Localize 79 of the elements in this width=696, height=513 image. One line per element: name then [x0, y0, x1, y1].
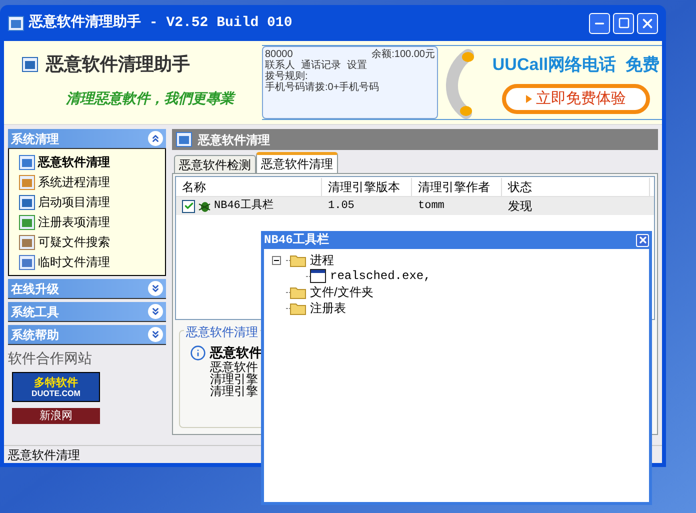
folder-icon — [290, 302, 306, 314]
close-button[interactable] — [636, 234, 649, 246]
info-heading: 恶意软件 — [210, 345, 262, 361]
tab[interactable]: 恶意软件清理 — [256, 152, 338, 173]
expand-icon[interactable] — [148, 327, 163, 342]
sidebar-item[interactable]: 注册表项清理 — [38, 213, 110, 231]
program-icon — [8, 16, 24, 30]
app-name: 恶意软件清理助手 — [46, 53, 190, 76]
panel-title: 恶意软件清理 — [198, 132, 270, 148]
program-icon — [19, 254, 35, 270]
partner-name: 多特软件 — [34, 376, 78, 388]
column-header[interactable]: 清理引擎作者 — [412, 178, 502, 196]
tab[interactable]: 恶意软件检测 — [174, 155, 256, 173]
section-title: 系统清理 — [11, 130, 59, 148]
section-title: 在线升级 — [11, 280, 59, 298]
mini-app-text: 拨号规则: — [265, 71, 308, 82]
partner-logo[interactable]: 多特软件 DUOTE.COM — [12, 372, 100, 402]
checkbox[interactable] — [182, 200, 195, 212]
info-text: 清理引擎 — [210, 385, 259, 397]
column-header[interactable]: 名称 — [176, 178, 322, 196]
expand-icon[interactable] — [148, 304, 163, 319]
maximize-icon — [618, 17, 630, 29]
status-text: 恶意软件清理 — [8, 446, 80, 464]
program-icon — [19, 234, 35, 250]
mini-app-text: 80000 — [265, 49, 293, 60]
expand-icon[interactable] — [148, 281, 163, 296]
tree-item[interactable]: 注册表 — [310, 299, 346, 317]
sidebar-item[interactable]: 恶意软件清理 — [38, 153, 110, 171]
tree-item[interactable]: 进程 — [310, 251, 334, 269]
program-icon — [19, 154, 35, 170]
info-text: 恶意软件 — [210, 361, 259, 373]
table-cell-text: NB46工具栏 — [214, 198, 274, 214]
info-text: 清理引擎 — [210, 373, 259, 385]
table-cell-text: 1.05 — [327, 198, 356, 214]
group-legend: 恶意软件清理 — [184, 323, 260, 341]
popup-title: NB46工具栏 — [264, 232, 329, 249]
window-icon — [310, 269, 326, 283]
minimize-button[interactable] — [589, 12, 610, 34]
table-row[interactable]: NB46工具栏 1.05 tomm 发现 — [176, 197, 654, 215]
folder-icon — [290, 286, 306, 298]
column-header[interactable]: 状态 — [502, 178, 650, 196]
partner-url: DUOTE.COM — [32, 388, 80, 398]
bug-icon — [198, 200, 211, 212]
window-title: 恶意软件清理助手 - V2.52 Build 010 — [29, 13, 292, 32]
try-free-button[interactable]: 立即免费体验 — [502, 84, 650, 114]
partners-label: 软件合作网站 — [8, 349, 93, 368]
maximize-button[interactable] — [613, 12, 634, 34]
sidebar-item[interactable]: 系统进程清理 — [38, 173, 110, 191]
sidebar-item[interactable]: 启动项目清理 — [38, 193, 110, 211]
section-title: 系统工具 — [11, 304, 59, 320]
play-icon — [526, 94, 532, 103]
section-title: 系统帮助 — [11, 326, 59, 344]
program-icon — [22, 57, 38, 72]
sidebar-item[interactable]: 可疑文件搜索 — [38, 233, 110, 251]
collapse-icon[interactable] — [148, 131, 163, 146]
program-icon — [19, 174, 35, 190]
partner-logo[interactable]: 新浪网 — [12, 408, 100, 424]
ad-headline: UUCall网络电话 免费 — [492, 54, 660, 76]
close-icon — [638, 235, 648, 245]
mini-app-text: 余额:100.00元 — [372, 49, 435, 60]
column-header[interactable]: 清理引擎版本 — [322, 178, 412, 196]
program-icon — [19, 214, 35, 230]
program-icon — [19, 194, 35, 210]
program-icon — [176, 132, 192, 147]
mini-app-text: 设置 — [347, 60, 367, 71]
partner-name: 新浪网 — [40, 410, 72, 422]
close-button[interactable] — [637, 12, 658, 34]
mini-app-text: 通话记录 — [301, 60, 341, 71]
mini-app-text: 联系人 — [265, 60, 295, 71]
mini-app-text: 手机号码请拨:0+手机号码 — [265, 82, 380, 93]
table-cell-text: tomm — [417, 198, 446, 214]
sidebar-item[interactable]: 临时文件清理 — [38, 253, 110, 271]
table-cell-text: 发现 — [507, 198, 533, 215]
folder-icon — [290, 254, 306, 266]
tree-item[interactable]: realsched.exe, — [330, 267, 431, 285]
slogan: 清理惡意軟件，我們更專業 — [66, 89, 237, 108]
info-icon — [190, 345, 206, 361]
collapse-toggle[interactable] — [272, 256, 281, 264]
tree-item[interactable]: 文件/文件夹 — [310, 283, 374, 301]
